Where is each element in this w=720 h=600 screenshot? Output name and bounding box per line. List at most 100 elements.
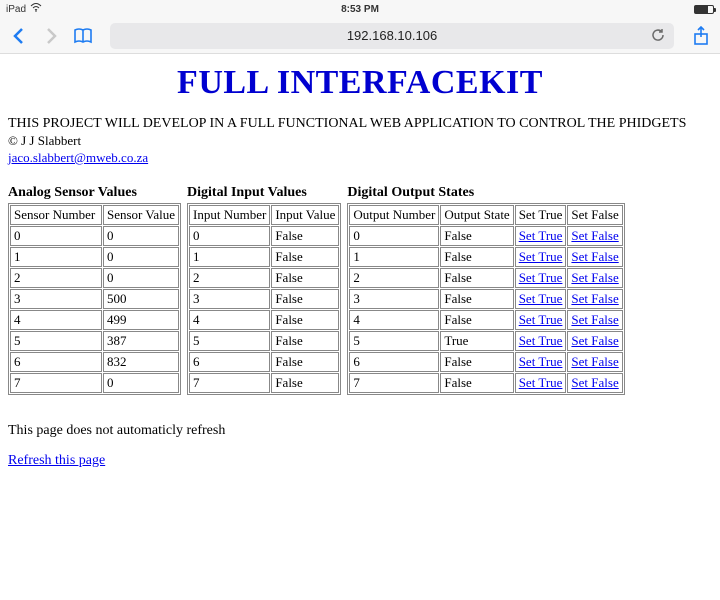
th-set-false: Set False [567,205,622,225]
table-row: 5True Set True Set False [349,331,622,351]
set-true-link[interactable]: Set True [519,375,563,390]
set-false-link[interactable]: Set False [571,333,618,348]
digital-out-table-wrap: Digital Output States Output Number Outp… [347,185,624,395]
share-button[interactable] [690,25,712,47]
cell-output-state: True [440,331,513,351]
cell-output-number: 7 [349,373,439,393]
status-bar: iPad 8:53 PM [0,0,720,18]
cell-set-false: Set False [567,331,622,351]
table-row: 6False [189,352,339,372]
cell-set-false: Set False [567,247,622,267]
table-row: 5387 [10,331,179,351]
th-input-value: Input Value [271,205,339,225]
th-sensor-value: Sensor Value [103,205,179,225]
bookmarks-button[interactable] [72,25,94,47]
cell-sensor-value: 0 [103,373,179,393]
back-button[interactable] [8,25,30,47]
cell-input-value: False [271,331,339,351]
page-title: FULL INTERFACEKIT [8,64,712,102]
email-link[interactable]: jaco.slabbert@mweb.co.za [8,150,148,165]
cell-output-number: 5 [349,331,439,351]
set-false-link[interactable]: Set False [571,354,618,369]
tables-row: Analog Sensor Values Sensor Number Senso… [8,185,712,395]
cell-output-number: 0 [349,226,439,246]
digital-out-title: Digital Output States [347,185,624,201]
table-row: 0False [189,226,339,246]
cell-sensor-number: 3 [10,289,102,309]
carrier-label: iPad [6,4,26,15]
cell-set-true: Set True [515,373,567,393]
cell-set-true: Set True [515,268,567,288]
table-header-row: Output Number Output State Set True Set … [349,205,622,225]
table-row: 7False [189,373,339,393]
cell-output-state: False [440,373,513,393]
set-true-link[interactable]: Set True [519,228,563,243]
cell-sensor-number: 0 [10,226,102,246]
cell-input-number: 6 [189,352,270,372]
refresh-link[interactable]: Refresh this page [8,453,105,469]
cell-output-state: False [440,268,513,288]
set-false-link[interactable]: Set False [571,249,618,264]
cell-input-number: 1 [189,247,270,267]
table-row: 3500 [10,289,179,309]
cell-sensor-value: 832 [103,352,179,372]
set-true-link[interactable]: Set True [519,249,563,264]
cell-input-value: False [271,310,339,330]
set-false-link[interactable]: Set False [571,291,618,306]
table-row: 70 [10,373,179,393]
digital-out-table: Output Number Output State Set True Set … [347,203,624,395]
set-false-link[interactable]: Set False [571,375,618,390]
table-row: 2False Set True Set False [349,268,622,288]
set-true-link[interactable]: Set True [519,291,563,306]
cell-set-false: Set False [567,352,622,372]
set-false-link[interactable]: Set False [571,312,618,327]
forward-button[interactable] [40,25,62,47]
cell-input-value: False [271,268,339,288]
cell-sensor-number: 7 [10,373,102,393]
cell-sensor-value: 500 [103,289,179,309]
project-description: THIS PROJECT WILL DEVELOP IN A FULL FUNC… [8,116,712,132]
reload-icon[interactable] [650,27,666,46]
analog-title: Analog Sensor Values [8,185,181,201]
browser-toolbar: 192.168.10.106 [0,18,720,54]
cell-input-value: False [271,352,339,372]
cell-input-number: 4 [189,310,270,330]
cell-sensor-number: 1 [10,247,102,267]
set-true-link[interactable]: Set True [519,354,563,369]
cell-input-value: False [271,289,339,309]
table-row: 5False [189,331,339,351]
table-header-row: Input Number Input Value [189,205,339,225]
table-row: 00 [10,226,179,246]
cell-set-true: Set True [515,310,567,330]
url-text: 192.168.10.106 [347,28,437,43]
cell-output-state: False [440,226,513,246]
cell-set-true: Set True [515,247,567,267]
cell-set-true: Set True [515,289,567,309]
cell-input-value: False [271,247,339,267]
th-set-true: Set True [515,205,567,225]
set-true-link[interactable]: Set True [519,312,563,327]
set-true-link[interactable]: Set True [519,333,563,348]
wifi-icon [30,3,42,15]
table-header-row: Sensor Number Sensor Value [10,205,179,225]
set-false-link[interactable]: Set False [571,270,618,285]
set-true-link[interactable]: Set True [519,270,563,285]
page-content: FULL INTERFACEKIT THIS PROJECT WILL DEVE… [0,54,720,469]
table-row: 3FalseSet TrueSet False [349,289,622,309]
th-output-number: Output Number [349,205,439,225]
cell-sensor-number: 2 [10,268,102,288]
address-bar[interactable]: 192.168.10.106 [110,23,674,49]
cell-output-number: 3 [349,289,439,309]
set-false-link[interactable]: Set False [571,228,618,243]
cell-output-number: 2 [349,268,439,288]
cell-output-state: False [440,310,513,330]
cell-sensor-value: 0 [103,226,179,246]
copyright: © J J Slabbert [8,133,712,149]
table-row: 2False [189,268,339,288]
cell-output-number: 6 [349,352,439,372]
cell-input-number: 7 [189,373,270,393]
table-row: 3False [189,289,339,309]
cell-set-false: Set False [567,226,622,246]
cell-input-number: 5 [189,331,270,351]
table-row: 1False [189,247,339,267]
